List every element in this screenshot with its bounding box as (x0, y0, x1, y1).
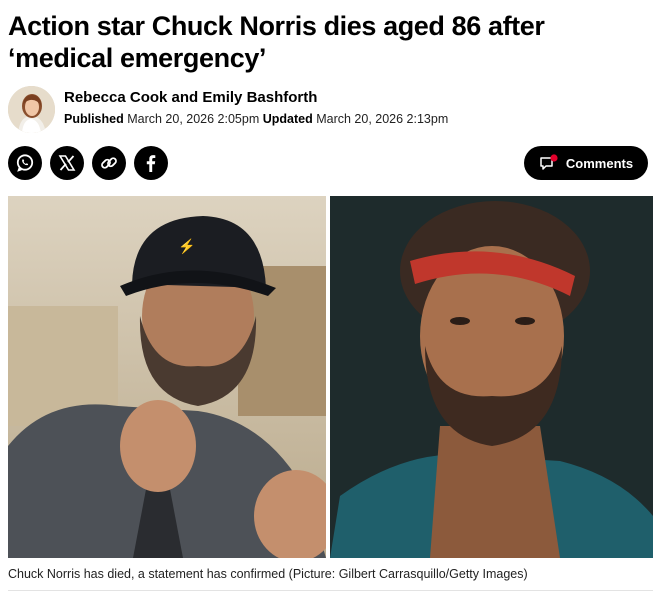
published-date: March 20, 2026 2:05pm (127, 112, 260, 126)
publish-dates: Published March 20, 2026 2:05pm Updated … (64, 112, 448, 126)
share-x-button[interactable] (50, 146, 84, 180)
comments-label: Comments (565, 155, 634, 171)
copy-link-button[interactable] (92, 146, 126, 180)
share-bar: Comments (8, 146, 652, 182)
hero-photo-right (330, 196, 653, 558)
byline: Rebecca Cook and Emily Bashforth Publish… (8, 86, 648, 136)
updated-label: Updated (262, 112, 313, 126)
caption-divider (8, 590, 653, 591)
updated-date: March 20, 2026 2:13pm (316, 112, 449, 126)
comments-button[interactable]: Comments (524, 146, 648, 180)
hero-image[interactable]: ⚡ (8, 196, 653, 558)
facebook-icon (146, 155, 156, 172)
whatsapp-icon (16, 154, 34, 172)
published-label: Published (64, 112, 124, 126)
share-facebook-button[interactable] (134, 146, 168, 180)
author-names[interactable]: Rebecca Cook and Emily Bashforth (64, 89, 317, 106)
link-icon (101, 157, 117, 169)
hero-photo-left: ⚡ (8, 196, 326, 558)
author-avatar[interactable] (8, 86, 55, 133)
article-headline: Action star Chuck Norris dies aged 86 af… (8, 11, 545, 73)
comment-bubble-icon (540, 154, 558, 170)
image-caption: Chuck Norris has died, a statement has c… (8, 567, 528, 581)
svg-text:⚡: ⚡ (178, 238, 195, 255)
x-icon (58, 155, 76, 171)
share-whatsapp-button[interactable] (8, 146, 42, 180)
